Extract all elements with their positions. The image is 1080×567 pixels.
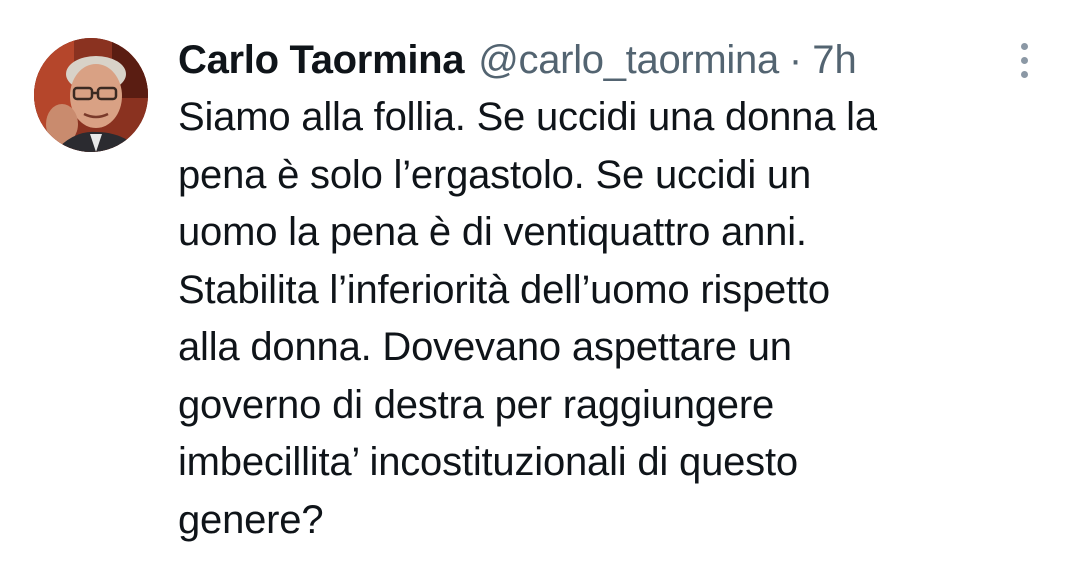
author-handle[interactable]: @carlo_taormina — [478, 32, 779, 88]
tweet-text-line: imbecillita’ incostituzionali di questo — [178, 440, 798, 484]
tweet-text-line: governo di destra per raggiungere — [178, 382, 775, 427]
timestamp[interactable]: 7h — [812, 32, 857, 88]
tweet-text-line: Stabilita l’inferiorità dell’uomo rispet… — [178, 267, 830, 312]
tweet-text-line: Siamo alla follia. Se uccidi una donna l… — [178, 95, 877, 139]
separator-dot: · — [788, 38, 803, 82]
tweet: Carlo Taormina @carlo_taormina · 7h Siam… — [0, 0, 1080, 567]
more-dot — [1020, 70, 1028, 78]
author-name[interactable]: Carlo Taormina — [178, 32, 465, 88]
more-dot — [1020, 56, 1028, 64]
tweet-header: Carlo Taormina @carlo_taormina · 7h — [178, 32, 857, 88]
tweet-text-line: genere? — [178, 497, 324, 542]
more-dot — [1020, 42, 1028, 50]
tweet-text: Siamo alla follia. Se uccidi una donna l… — [178, 89, 1038, 549]
tweet-text-line: pena è solo l’ergastolo. Se uccidi un — [178, 152, 812, 197]
more-options-icon[interactable] — [1012, 40, 1036, 80]
tweet-text-line: uomo la pena è di ventiquattro anni. — [178, 210, 807, 254]
tweet-text-line: alla donna. Dovevano aspettare un — [178, 325, 792, 369]
avatar-photo — [34, 38, 148, 152]
avatar[interactable] — [34, 38, 148, 152]
